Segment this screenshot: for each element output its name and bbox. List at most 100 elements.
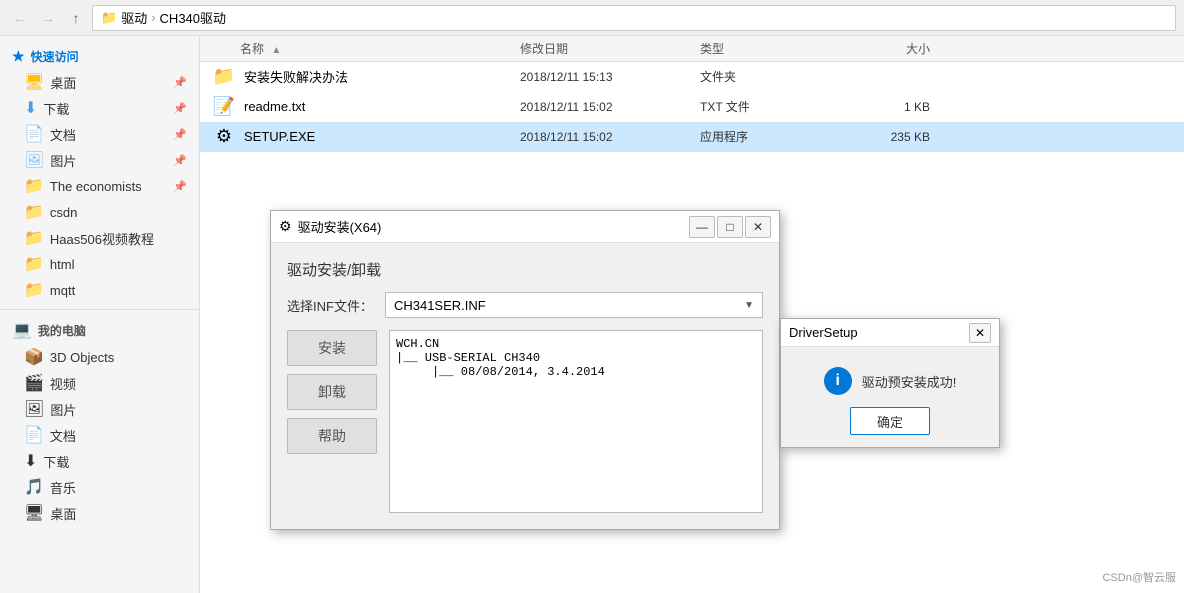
success-dialog: DriverSetup ✕ i 驱动预安装成功! 确定 <box>780 318 1000 448</box>
sidebar-item-csdn[interactable]: 📁 csdn <box>0 199 199 225</box>
sidebar-item-pics[interactable]: 🖼 图片 📌 <box>0 147 199 173</box>
pc-icon: 💻 <box>12 320 32 340</box>
table-row[interactable]: ⚙ SETUP.EXE 2018/12/11 15:02 应用程序 235 KB <box>200 122 1184 152</box>
sidebar-label-downloads2: 下载 <box>43 452 69 471</box>
breadcrumb-segment-2: CH340驱动 <box>160 8 226 27</box>
help-button[interactable]: 帮助 <box>287 418 377 454</box>
pin-icon-dl: 📌 <box>173 102 187 115</box>
inf-dropdown[interactable]: CH341SER.INF ▼ <box>385 292 763 318</box>
success-ok-button[interactable]: 确定 <box>850 407 930 435</box>
sidebar-item-desktop2[interactable]: 🖥 桌面 <box>0 500 199 526</box>
sidebar-label-documents2: 文档 <box>50 426 76 445</box>
file-icon-exe: ⚙ <box>212 126 236 147</box>
pin-icon-pics: 📌 <box>173 154 187 167</box>
sidebar-label-docs: 文档 <box>50 125 76 144</box>
file-date-2: 2018/12/11 15:02 <box>520 130 700 144</box>
inf-select-row: 选择INF文件： CH341SER.INF ▼ <box>287 292 763 318</box>
table-row[interactable]: 📝 readme.txt 2018/12/11 15:02 TXT 文件 1 K… <box>200 92 1184 122</box>
sidebar-item-pictures[interactable]: 🖼 图片 <box>0 396 199 422</box>
col-date-label: 修改日期 <box>520 42 568 56</box>
col-header-date[interactable]: 修改日期 <box>520 40 700 57</box>
music-icon: 🎵 <box>24 477 44 497</box>
sidebar-label-desktop2: 桌面 <box>50 504 76 523</box>
file-size-2: 235 KB <box>850 130 950 144</box>
driver-dialog-close[interactable]: ✕ <box>745 216 771 238</box>
file-date-0: 2018/12/11 15:13 <box>520 70 700 84</box>
folder-icon: 🖥 <box>24 72 44 92</box>
driver-dialog-maximize[interactable]: □ <box>717 216 743 238</box>
3dobjects-icon: 📦 <box>24 347 44 367</box>
watermark: CSDn@智云服 <box>1102 569 1176 585</box>
col-type-label: 类型 <box>700 42 724 56</box>
back-button[interactable]: ← <box>8 6 32 30</box>
col-header-size[interactable]: 大小 <box>850 40 950 57</box>
forward-button[interactable]: → <box>36 6 60 30</box>
sidebar-item-docs[interactable]: 📄 文档 📌 <box>0 121 199 147</box>
breadcrumb[interactable]: 📁 驱动 › CH340驱动 <box>92 5 1176 31</box>
file-date-1: 2018/12/11 15:02 <box>520 100 700 114</box>
success-titlebar: DriverSetup ✕ <box>781 319 999 347</box>
success-title: DriverSetup <box>789 325 858 340</box>
sidebar-label-mqtt: mqtt <box>50 283 75 298</box>
sidebar-item-3dobjects[interactable]: 📦 3D Objects <box>0 344 199 370</box>
driver-dialog-minimize[interactable]: — <box>689 216 715 238</box>
sidebar-label-html: html <box>50 257 75 272</box>
pin-icon: 📌 <box>173 76 187 89</box>
success-message: 驱动预安装成功! <box>862 372 957 391</box>
driver-dialog-titlebar: ⚙ 驱动安装(X64) — □ ✕ <box>271 211 779 243</box>
dialog-bottom: 安装 卸载 帮助 WCH.CN |__ USB-SERIAL CH340 |__… <box>287 330 763 513</box>
driver-log: WCH.CN |__ USB-SERIAL CH340 |__ 08/08/20… <box>389 330 763 513</box>
sidebar-label-pics: 图片 <box>50 151 76 170</box>
table-row[interactable]: 📁 安装失败解决办法 2018/12/11 15:13 文件夹 <box>200 62 1184 92</box>
driver-dialog: ⚙ 驱动安装(X64) — □ ✕ 驱动安装/卸载 选择INF文件： CH341… <box>270 210 780 530</box>
sidebar-item-desktop[interactable]: 🖥 桌面 📌 <box>0 69 199 95</box>
file-icon-folder: 📁 <box>212 66 236 87</box>
sidebar: ★ 快速访问 🖥 桌面 📌 ⬇ 下载 📌 📄 文 <box>0 36 200 593</box>
haas-folder-icon: 📁 <box>24 228 44 248</box>
sidebar-label-pictures: 图片 <box>50 400 76 419</box>
docs-icon: 📄 <box>24 124 44 144</box>
install-button[interactable]: 安装 <box>287 330 377 366</box>
success-close-button[interactable]: ✕ <box>969 323 991 343</box>
file-type-2: 应用程序 <box>700 128 850 145</box>
breadcrumb-separator: › <box>151 10 155 25</box>
sidebar-item-documents2[interactable]: 📄 文档 <box>0 422 199 448</box>
up-button[interactable]: ↑ <box>64 6 88 30</box>
sidebar-mypc-label: 我的电脑 <box>38 322 86 339</box>
sidebar-mypc-title: 💻 我的电脑 <box>0 316 199 344</box>
star-icon: ★ <box>12 48 25 65</box>
desktop2-icon: 🖥 <box>24 503 44 523</box>
file-type-0: 文件夹 <box>700 68 850 85</box>
pin-icon-eco: 📌 <box>173 180 187 193</box>
sidebar-label-haas: Haas506视频教程 <box>50 229 154 248</box>
sidebar-item-videos[interactable]: 🎬 视频 <box>0 370 199 396</box>
sidebar-label-music: 音乐 <box>50 478 76 497</box>
col-name-label: 名称 <box>240 42 264 56</box>
download-icon: ⬇ <box>24 98 37 118</box>
col-header-type[interactable]: 类型 <box>700 40 850 57</box>
pictures-icon: 🖼 <box>24 399 44 419</box>
pics-icon: 🖼 <box>24 150 44 170</box>
success-msg-row: i 驱动预安装成功! <box>824 367 957 395</box>
downloads2-icon: ⬇ <box>24 451 37 471</box>
dropdown-arrow-icon: ▼ <box>744 300 754 311</box>
breadcrumb-folder-icon: 📁 <box>101 10 117 26</box>
sidebar-item-economists[interactable]: 📁 The economists 📌 <box>0 173 199 199</box>
sidebar-item-mqtt[interactable]: 📁 mqtt <box>0 277 199 303</box>
sidebar-item-haas[interactable]: 📁 Haas506视频教程 <box>0 225 199 251</box>
sidebar-item-html[interactable]: 📁 html <box>0 251 199 277</box>
sidebar-label-downloads: 下载 <box>43 99 69 118</box>
sidebar-item-downloads[interactable]: ⬇ 下载 📌 <box>0 95 199 121</box>
col-header-name[interactable]: 名称 ▲ <box>200 40 520 57</box>
sidebar-label-desktop: 桌面 <box>50 73 76 92</box>
success-content: i 驱动预安装成功! 确定 <box>781 347 999 447</box>
sidebar-label-csdn: csdn <box>50 205 77 220</box>
sidebar-item-music[interactable]: 🎵 音乐 <box>0 474 199 500</box>
html-folder-icon: 📁 <box>24 254 44 274</box>
col-size-label: 大小 <box>906 42 930 56</box>
sidebar-item-downloads2[interactable]: ⬇ 下载 <box>0 448 199 474</box>
breadcrumb-segment-1: 驱动 <box>121 8 147 27</box>
csdn-folder-icon: 📁 <box>24 202 44 222</box>
inf-label: 选择INF文件： <box>287 296 373 315</box>
uninstall-button[interactable]: 卸载 <box>287 374 377 410</box>
